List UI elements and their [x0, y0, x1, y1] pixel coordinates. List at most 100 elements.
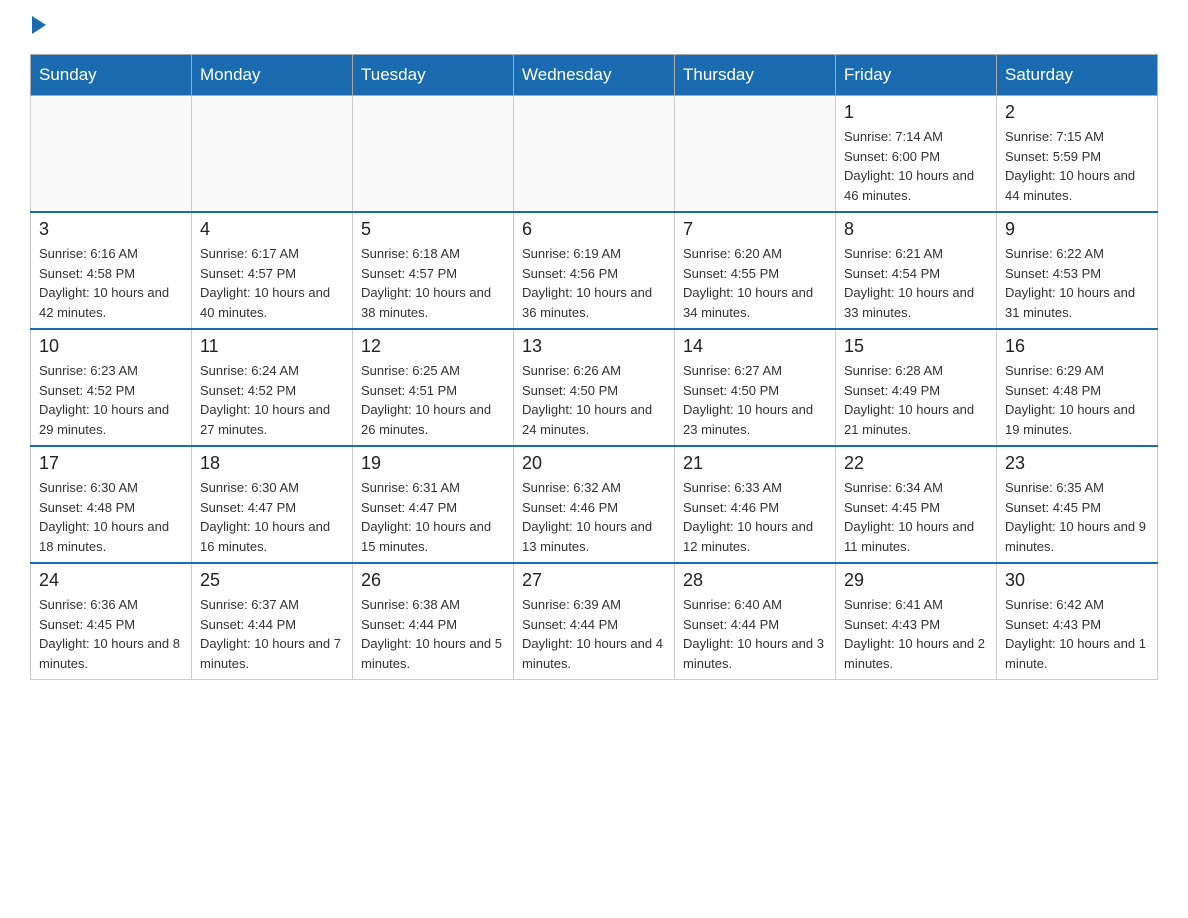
day-number: 7 [683, 219, 827, 240]
day-number: 29 [844, 570, 988, 591]
calendar-cell: 5Sunrise: 6:18 AMSunset: 4:57 PMDaylight… [353, 212, 514, 329]
calendar-cell: 10 Sunrise: 6:23 AMSunset: 4:52 PMDayligh… [31, 329, 192, 446]
col-header-friday: Friday [836, 55, 997, 96]
day-info: Sunrise: 6:17 AMSunset: 4:57 PMDaylight:… [200, 244, 344, 322]
day-info: Sunrise: 6:25 AMSunset: 4:51 PMDaylight:… [361, 361, 505, 439]
day-info: Sunrise: 6:42 AMSunset: 4:43 PMDaylight:… [1005, 595, 1149, 673]
calendar-cell: 22 Sunrise: 6:34 AMSunset: 4:45 PMDayligh… [836, 446, 997, 563]
logo-arrow-icon [32, 16, 46, 34]
calendar-cell: 25 Sunrise: 6:37 AMSunset: 4:44 PMDayligh… [192, 563, 353, 680]
col-header-tuesday: Tuesday [353, 55, 514, 96]
day-number: 2 [1005, 102, 1149, 123]
calendar-cell: 19 Sunrise: 6:31 AMSunset: 4:47 PMDayligh… [353, 446, 514, 563]
calendar-week-row: 10 Sunrise: 6:23 AMSunset: 4:52 PMDayligh… [31, 329, 1158, 446]
calendar-cell: 8 Sunrise: 6:21 AMSunset: 4:54 PMDaylight… [836, 212, 997, 329]
day-number: 28 [683, 570, 827, 591]
day-number: 16 [1005, 336, 1149, 357]
logo [30, 20, 46, 34]
col-header-wednesday: Wednesday [514, 55, 675, 96]
calendar-week-row: 3 Sunrise: 6:16 AMSunset: 4:58 PMDaylight… [31, 212, 1158, 329]
day-info: Sunrise: 6:22 AMSunset: 4:53 PMDaylight:… [1005, 244, 1149, 322]
day-info: Sunrise: 6:27 AMSunset: 4:50 PMDaylight:… [683, 361, 827, 439]
day-info: Sunrise: 6:30 AMSunset: 4:47 PMDaylight:… [200, 478, 344, 556]
day-number: 22 [844, 453, 988, 474]
day-info: Sunrise: 6:40 AMSunset: 4:44 PMDaylight:… [683, 595, 827, 673]
calendar-cell: 28 Sunrise: 6:40 AMSunset: 4:44 PMDayligh… [675, 563, 836, 680]
day-number: 3 [39, 219, 183, 240]
calendar-cell [192, 96, 353, 213]
day-number: 26 [361, 570, 505, 591]
day-info: Sunrise: 6:31 AMSunset: 4:47 PMDaylight:… [361, 478, 505, 556]
day-number: 23 [1005, 453, 1149, 474]
day-number: 24 [39, 570, 183, 591]
calendar-cell: 1 Sunrise: 7:14 AMSunset: 6:00 PMDaylight… [836, 96, 997, 213]
day-info: Sunrise: 6:23 AMSunset: 4:52 PMDaylight:… [39, 361, 183, 439]
calendar-cell [353, 96, 514, 213]
col-header-thursday: Thursday [675, 55, 836, 96]
day-info: Sunrise: 6:41 AMSunset: 4:43 PMDaylight:… [844, 595, 988, 673]
day-number: 10 [39, 336, 183, 357]
calendar-cell: 27 Sunrise: 6:39 AMSunset: 4:44 PMDayligh… [514, 563, 675, 680]
calendar-cell: 2 Sunrise: 7:15 AMSunset: 5:59 PMDaylight… [997, 96, 1158, 213]
calendar-cell [514, 96, 675, 213]
day-info: Sunrise: 6:18 AMSunset: 4:57 PMDaylight:… [361, 244, 505, 322]
day-number: 8 [844, 219, 988, 240]
calendar-cell: 13Sunrise: 6:26 AMSunset: 4:50 PMDayligh… [514, 329, 675, 446]
day-info: Sunrise: 6:36 AMSunset: 4:45 PMDaylight:… [39, 595, 183, 673]
day-info: Sunrise: 6:28 AMSunset: 4:49 PMDaylight:… [844, 361, 988, 439]
day-number: 11 [200, 336, 344, 357]
day-info: Sunrise: 6:39 AMSunset: 4:44 PMDaylight:… [522, 595, 666, 673]
day-number: 18 [200, 453, 344, 474]
calendar-cell: 24 Sunrise: 6:36 AMSunset: 4:45 PMDayligh… [31, 563, 192, 680]
page-header [30, 20, 1158, 34]
calendar-cell: 11Sunrise: 6:24 AMSunset: 4:52 PMDayligh… [192, 329, 353, 446]
day-info: Sunrise: 6:20 AMSunset: 4:55 PMDaylight:… [683, 244, 827, 322]
calendar-cell: 4 Sunrise: 6:17 AMSunset: 4:57 PMDaylight… [192, 212, 353, 329]
day-info: Sunrise: 6:38 AMSunset: 4:44 PMDaylight:… [361, 595, 505, 673]
calendar-cell [31, 96, 192, 213]
day-info: Sunrise: 7:15 AMSunset: 5:59 PMDaylight:… [1005, 127, 1149, 205]
day-info: Sunrise: 6:33 AMSunset: 4:46 PMDaylight:… [683, 478, 827, 556]
calendar-cell: 17 Sunrise: 6:30 AMSunset: 4:48 PMDayligh… [31, 446, 192, 563]
day-number: 20 [522, 453, 666, 474]
calendar-cell: 7 Sunrise: 6:20 AMSunset: 4:55 PMDaylight… [675, 212, 836, 329]
day-number: 13 [522, 336, 666, 357]
calendar-cell: 9 Sunrise: 6:22 AMSunset: 4:53 PMDaylight… [997, 212, 1158, 329]
day-info: Sunrise: 6:35 AMSunset: 4:45 PMDaylight:… [1005, 478, 1149, 556]
calendar-cell: 14Sunrise: 6:27 AMSunset: 4:50 PMDayligh… [675, 329, 836, 446]
day-number: 6 [522, 219, 666, 240]
day-info: Sunrise: 6:34 AMSunset: 4:45 PMDaylight:… [844, 478, 988, 556]
day-number: 9 [1005, 219, 1149, 240]
day-info: Sunrise: 6:30 AMSunset: 4:48 PMDaylight:… [39, 478, 183, 556]
calendar-cell: 20 Sunrise: 6:32 AMSunset: 4:46 PMDayligh… [514, 446, 675, 563]
day-info: Sunrise: 6:21 AMSunset: 4:54 PMDaylight:… [844, 244, 988, 322]
day-number: 27 [522, 570, 666, 591]
calendar-cell: 23 Sunrise: 6:35 AMSunset: 4:45 PMDayligh… [997, 446, 1158, 563]
calendar-cell [675, 96, 836, 213]
calendar-week-row: 17 Sunrise: 6:30 AMSunset: 4:48 PMDayligh… [31, 446, 1158, 563]
calendar-cell: 29 Sunrise: 6:41 AMSunset: 4:43 PMDayligh… [836, 563, 997, 680]
col-header-sunday: Sunday [31, 55, 192, 96]
day-number: 30 [1005, 570, 1149, 591]
day-number: 21 [683, 453, 827, 474]
calendar-cell: 3 Sunrise: 6:16 AMSunset: 4:58 PMDaylight… [31, 212, 192, 329]
day-info: Sunrise: 6:19 AMSunset: 4:56 PMDaylight:… [522, 244, 666, 322]
calendar-table: SundayMondayTuesdayWednesdayThursdayFrid… [30, 54, 1158, 680]
day-info: Sunrise: 6:37 AMSunset: 4:44 PMDaylight:… [200, 595, 344, 673]
day-info: Sunrise: 7:14 AMSunset: 6:00 PMDaylight:… [844, 127, 988, 205]
calendar-week-row: 1 Sunrise: 7:14 AMSunset: 6:00 PMDaylight… [31, 96, 1158, 213]
day-number: 1 [844, 102, 988, 123]
day-info: Sunrise: 6:32 AMSunset: 4:46 PMDaylight:… [522, 478, 666, 556]
calendar-cell: 6 Sunrise: 6:19 AMSunset: 4:56 PMDaylight… [514, 212, 675, 329]
calendar-cell: 12 Sunrise: 6:25 AMSunset: 4:51 PMDayligh… [353, 329, 514, 446]
col-header-saturday: Saturday [997, 55, 1158, 96]
day-number: 12 [361, 336, 505, 357]
day-number: 25 [200, 570, 344, 591]
day-number: 19 [361, 453, 505, 474]
day-number: 17 [39, 453, 183, 474]
day-number: 4 [200, 219, 344, 240]
calendar-week-row: 24 Sunrise: 6:36 AMSunset: 4:45 PMDayligh… [31, 563, 1158, 680]
calendar-cell: 18 Sunrise: 6:30 AMSunset: 4:47 PMDayligh… [192, 446, 353, 563]
day-info: Sunrise: 6:16 AMSunset: 4:58 PMDaylight:… [39, 244, 183, 322]
calendar-cell: 16Sunrise: 6:29 AMSunset: 4:48 PMDayligh… [997, 329, 1158, 446]
